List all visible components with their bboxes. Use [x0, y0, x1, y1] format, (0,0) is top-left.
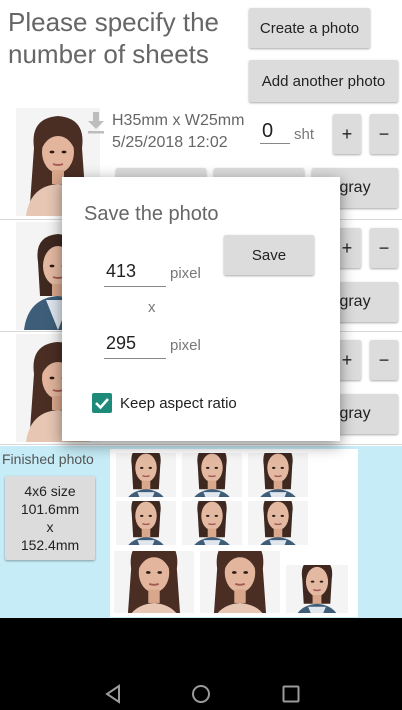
page-title: Please specify the number of sheets [8, 7, 220, 69]
sheet-photo [182, 453, 242, 497]
recents-icon[interactable] [281, 684, 301, 704]
add-another-photo-button[interactable]: Add another photo [249, 60, 398, 102]
quantity-input[interactable]: 0 [260, 120, 290, 144]
sheet-photo [248, 453, 308, 497]
photo-info: H35mm x W25mm 5/25/2018 12:02 [112, 110, 244, 154]
sheet-photo [116, 453, 176, 497]
width-unit-label: pixel [170, 265, 201, 282]
create-photo-button[interactable]: Create a photo [249, 8, 370, 48]
finished-sheet-preview[interactable] [110, 449, 358, 617]
dialog-title: Save the photo [84, 203, 219, 225]
print-size-button[interactable]: 4x6 size 101.6mm x 152.4mm [5, 476, 95, 560]
sheet-photo [248, 501, 308, 545]
download-icon[interactable] [86, 110, 106, 134]
back-icon[interactable] [103, 684, 123, 704]
photo-datetime: 5/25/2018 12:02 [112, 134, 228, 151]
keep-aspect-label[interactable]: Keep aspect ratio [120, 395, 237, 412]
decrease-button[interactable]: − [370, 114, 398, 154]
sheet-photo [200, 551, 280, 613]
sheet-photo [182, 501, 242, 545]
width-input[interactable]: 413 [104, 261, 166, 287]
sheet-photo [114, 551, 194, 613]
decrease-button[interactable]: − [370, 340, 398, 380]
dimension-separator: x [148, 299, 156, 316]
home-icon[interactable] [191, 684, 211, 704]
decrease-button[interactable]: − [370, 228, 398, 268]
quantity-unit: sht [294, 126, 315, 143]
save-button[interactable]: Save [224, 235, 314, 275]
keep-aspect-checkbox[interactable] [92, 393, 112, 413]
increase-button[interactable]: + [333, 114, 361, 154]
app-screen: Please specify the number of sheets Crea… [0, 0, 402, 618]
height-input[interactable]: 295 [104, 333, 166, 359]
row-divider [0, 444, 402, 445]
save-photo-dialog: Save the photo Save 413 pixel x 295 pixe… [62, 177, 340, 441]
check-icon [95, 398, 109, 410]
sheet-photo [116, 501, 176, 545]
photo-size: H35mm x W25mm [112, 112, 245, 129]
finished-photo-label: Finished photo [2, 451, 94, 467]
height-unit-label: pixel [170, 337, 201, 354]
sheet-photo [286, 565, 348, 613]
